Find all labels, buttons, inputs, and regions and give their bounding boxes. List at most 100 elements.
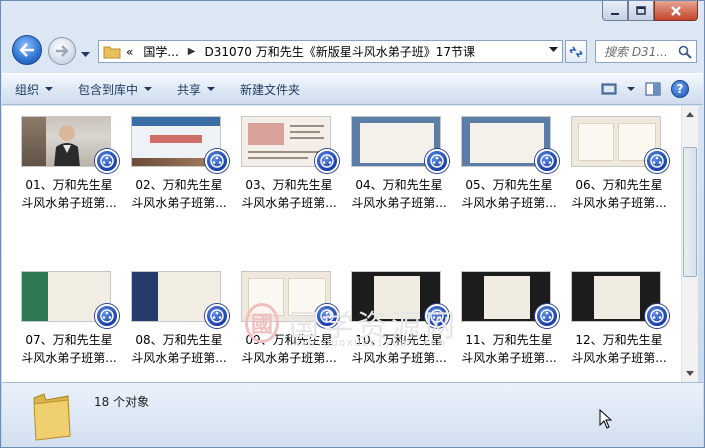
file-name-line1: 01、万和先生星 [25, 178, 113, 192]
minimize-icon [611, 12, 619, 15]
search-box[interactable] [595, 40, 697, 63]
video-file-icon [315, 149, 339, 173]
video-file-icon [645, 149, 669, 173]
file-name-line1: 09、万和先生星 [245, 333, 333, 347]
breadcrumb-parent[interactable]: 国学... [138, 41, 183, 62]
preview-pane-icon[interactable] [645, 82, 661, 96]
breadcrumb-current[interactable]: D31070 万和先生《新版星斗风水弟子班》17节课 [200, 41, 481, 62]
file-name: 08、万和先生星 斗风水弟子班第... [125, 331, 233, 367]
file-name-line2: 斗风水弟子班第... [21, 351, 117, 365]
file-name-line1: 02、万和先生星 [135, 178, 223, 192]
recent-pages-dropdown[interactable] [81, 47, 90, 61]
file-name-line1: 11、万和先生星 [465, 333, 553, 347]
help-button[interactable]: ? [671, 80, 689, 98]
file-name-line1: 05、万和先生星 [465, 178, 553, 192]
file-name-line2: 斗风水弟子班第... [241, 351, 337, 365]
file-name: 07、万和先生星 斗风水弟子班第... [15, 331, 123, 367]
maximize-icon [636, 5, 646, 15]
mouse-cursor-icon [599, 409, 613, 429]
video-file-icon [425, 304, 449, 328]
chevron-down-icon [144, 86, 153, 91]
file-name-line2: 斗风水弟子班第... [571, 351, 667, 365]
item-count: 18 个对象 [94, 395, 150, 409]
file-name-line2: 斗风水弟子班第... [131, 196, 227, 210]
video-file-icon [645, 304, 669, 328]
close-button[interactable] [654, 1, 698, 21]
breadcrumb-overflow[interactable]: « [121, 41, 138, 62]
view-dropdown-icon[interactable] [627, 86, 635, 92]
file-name-line2: 斗风水弟子班第... [241, 196, 337, 210]
minimize-button[interactable] [602, 1, 628, 21]
folder-icon [103, 46, 121, 58]
chevron-down-icon [81, 52, 90, 57]
close-icon [671, 5, 681, 16]
organize-label: 组织 [15, 82, 40, 97]
details-pane: 18 个对象 [2, 382, 703, 447]
video-file-icon [535, 304, 559, 328]
back-arrow-icon [19, 43, 34, 57]
address-dropdown-icon[interactable] [549, 47, 558, 53]
forward-arrow-icon [56, 45, 69, 57]
video-file-icon [205, 149, 229, 173]
help-icon: ? [676, 82, 684, 96]
chevron-down-icon [45, 86, 54, 91]
share-label: 共享 [177, 82, 202, 97]
view-options-icon[interactable] [601, 82, 617, 96]
scroll-down-button[interactable] [682, 365, 698, 382]
search-input[interactable] [604, 44, 674, 59]
address-bar[interactable]: « 国学... ▶ D31070 万和先生《新版星斗风水弟子班》17节课 [98, 40, 563, 63]
video-file-icon [95, 304, 119, 328]
caption-buttons [602, 1, 698, 21]
file-name: 03、万和先生星 斗风水弟子班第... [235, 176, 343, 212]
file-name-line1: 03、万和先生星 [245, 178, 333, 192]
file-name-line1: 10、万和先生星 [355, 333, 443, 347]
chevron-up-icon [686, 112, 694, 117]
forward-button[interactable] [48, 37, 76, 65]
explorer-window: « 国学... ▶ D31070 万和先生《新版星斗风水弟子班》17节课 组织 … [0, 0, 705, 448]
breadcrumb-separator-icon[interactable]: ▶ [184, 46, 200, 57]
share-menu[interactable]: 共享 [164, 74, 227, 104]
file-name-line2: 斗风水弟子班第... [21, 196, 117, 210]
organize-menu[interactable]: 组织 [2, 74, 65, 104]
file-name: 10、万和先生星 斗风水弟子班第... [345, 331, 453, 367]
file-name-line2: 斗风水弟子班第... [351, 196, 447, 210]
back-button[interactable] [12, 35, 42, 65]
chevron-down-icon [207, 86, 216, 91]
scroll-up-button[interactable] [682, 106, 698, 123]
file-name-line1: 06、万和先生星 [575, 178, 663, 192]
file-name-line2: 斗风水弟子班第... [571, 196, 667, 210]
folder-icon [33, 393, 71, 441]
include-in-library-label: 包含到库中 [78, 82, 139, 97]
include-in-library-menu[interactable]: 包含到库中 [65, 74, 164, 104]
video-file-icon [425, 149, 449, 173]
refresh-button[interactable] [565, 40, 587, 63]
video-file-icon [535, 149, 559, 173]
video-file-icon [95, 149, 119, 173]
refresh-icon [569, 46, 583, 57]
file-list[interactable]: 12、万和先生星 斗风水弟子班第... 11、万和先生星 斗风水弟子班第... 10、万… [2, 106, 681, 382]
file-name-line1: 07、万和先生星 [25, 333, 113, 347]
scrollbar-thumb[interactable] [683, 147, 697, 277]
file-name: 02、万和先生星 斗风水弟子班第... [125, 176, 233, 212]
file-name: 04、万和先生星 斗风水弟子班第... [345, 176, 453, 212]
search-icon[interactable] [678, 45, 692, 59]
file-name-line2: 斗风水弟子班第... [131, 351, 227, 365]
file-name: 01、万和先生星 斗风水弟子班第... [15, 176, 123, 212]
maximize-button[interactable] [628, 1, 654, 21]
file-name-line1: 04、万和先生星 [355, 178, 443, 192]
navigation-bar: « 国学... ▶ D31070 万和先生《新版星斗风水弟子班》17节课 [1, 35, 704, 67]
file-name: 12、万和先生星 斗风水弟子班第... [565, 331, 673, 367]
file-name-line2: 斗风水弟子班第... [351, 351, 447, 365]
video-file-icon [205, 304, 229, 328]
vertical-scrollbar[interactable] [681, 106, 698, 382]
new-folder-label: 新建文件夹 [240, 82, 301, 97]
file-name: 09、万和先生星 斗风水弟子班第... [235, 331, 343, 367]
file-name-line1: 08、万和先生星 [135, 333, 223, 347]
command-bar: 组织 包含到库中 共享 新建文件夹 ? [2, 73, 703, 105]
file-name-line1: 12、万和先生星 [575, 333, 663, 347]
new-folder-button[interactable]: 新建文件夹 [227, 74, 312, 104]
chevron-down-icon [686, 371, 694, 376]
file-name: 06、万和先生星 斗风水弟子班第... [565, 176, 673, 212]
view-controls: ? [601, 80, 689, 98]
file-name-line2: 斗风水弟子班第... [461, 351, 557, 365]
